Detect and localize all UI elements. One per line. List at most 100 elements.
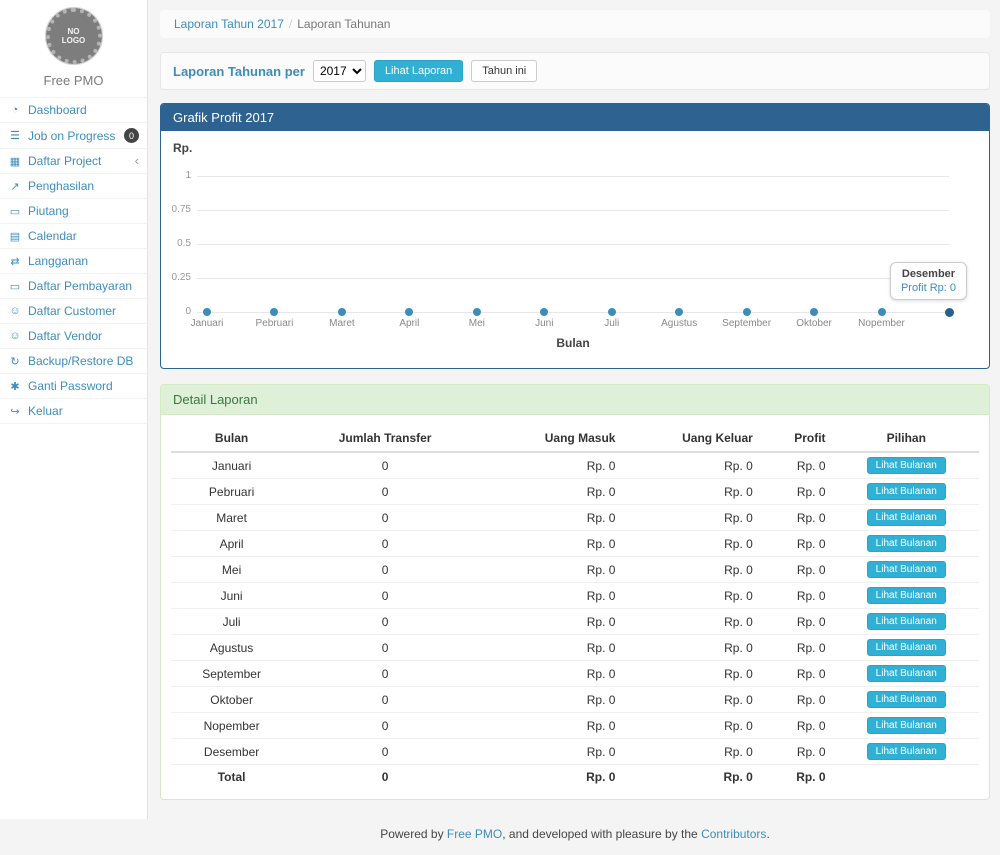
footer-contributors-link[interactable]: Contributors — [701, 827, 766, 841]
lihat-bulanan-button[interactable]: Lihat Bulanan — [867, 717, 946, 734]
lihat-bulanan-button[interactable]: Lihat Bulanan — [867, 587, 946, 604]
lihat-bulanan-button[interactable]: Lihat Bulanan — [867, 639, 946, 656]
tooltip-month: Desember — [901, 268, 956, 280]
cell-bulan: April — [171, 531, 292, 557]
filter-label: Laporan Tahunan per — [173, 64, 305, 79]
report-filter-panel: Laporan Tahunan per 2017 Lihat Laporan T… — [160, 52, 990, 90]
logout-icon: ↪ — [8, 405, 22, 418]
project-table-icon: ▦ — [8, 155, 22, 168]
sidebar-item-keluar[interactable]: ↪ Keluar — [0, 399, 147, 424]
col-header-uang-masuk: Uang Masuk — [478, 425, 623, 452]
cell-uang-keluar: Rp. 0 — [623, 765, 760, 789]
sidebar-item-label: Langganan — [28, 254, 88, 268]
cell-profit: Rp. 0 — [761, 713, 834, 739]
sidebar-item-ganti-password[interactable]: ✱Ganti Password — [0, 374, 147, 399]
cell-uang-masuk: Rp. 0 — [478, 739, 623, 765]
this-year-button[interactable]: Tahun ini — [471, 60, 537, 82]
sidebar-item-piutang[interactable]: ▭Piutang — [0, 199, 147, 224]
cell-pilihan: Lihat Bulanan — [834, 452, 979, 479]
sidebar-item-calendar[interactable]: ▤Calendar — [0, 224, 147, 249]
chart-point-oktober[interactable] — [810, 308, 818, 316]
x-tick-label: Agustus — [647, 318, 711, 329]
breadcrumb-current: Laporan Tahunan — [297, 17, 390, 31]
sidebar-item-langganan[interactable]: ⇄ Langganan — [0, 249, 147, 274]
chart-point-januari[interactable] — [203, 308, 211, 316]
footer-middle-text: , and developed with pleasure by the — [502, 827, 701, 841]
sidebar-item-daftar-pembayaran[interactable]: ▭Daftar Pembayaran — [0, 274, 147, 299]
backup-refresh-icon: ↻ — [8, 355, 22, 368]
cell-uang-masuk: Rp. 0 — [478, 505, 623, 531]
sidebar-item-label: Daftar Vendor — [28, 329, 102, 343]
chart-point-juni[interactable] — [540, 308, 548, 316]
view-report-button[interactable]: Lihat Laporan — [374, 60, 463, 82]
y-axis-label: Rp. — [173, 141, 192, 155]
main-content: Laporan Tahun 2017/Laporan Tahunan Lapor… — [148, 0, 1000, 819]
chart-point-september[interactable] — [743, 308, 751, 316]
x-tick-label: April — [377, 318, 441, 329]
sidebar-item-dashboard[interactable]: ◔Dashboard — [0, 98, 147, 123]
chart-gridline — [197, 312, 949, 313]
sidebar-item-label: Dashboard — [28, 103, 87, 117]
chart-point-nopember[interactable] — [878, 308, 886, 316]
lihat-bulanan-button[interactable]: Lihat Bulanan — [867, 743, 946, 760]
footer-brand-link[interactable]: Free PMO — [447, 827, 502, 841]
cell-pilihan: Lihat Bulanan — [834, 557, 979, 583]
cell-profit: Rp. 0 — [761, 583, 834, 609]
cell-uang-masuk: Rp. 0 — [478, 531, 623, 557]
sidebar-item-daftar-project[interactable]: ▦Daftar Project‹ — [0, 149, 147, 174]
subscription-exchange-icon: ⇄ — [8, 255, 22, 268]
y-tick-label: 0.5 — [161, 238, 191, 249]
table-row: Juni0Rp. 0Rp. 0Rp. 0Lihat Bulanan — [171, 583, 979, 609]
chart-point-mei[interactable] — [473, 308, 481, 316]
chart-point-juli[interactable] — [608, 308, 616, 316]
x-axis-label: Bulan — [197, 336, 949, 350]
sidebar-item-job-on-progress[interactable]: ☰Job on Progress0 — [0, 123, 147, 149]
chart-point-maret[interactable] — [338, 308, 346, 316]
report-table-body: Januari0Rp. 0Rp. 0Rp. 0Lihat BulananPebr… — [171, 452, 979, 765]
lihat-bulanan-button[interactable]: Lihat Bulanan — [867, 457, 946, 474]
cell-jumlah-transfer: 0 — [292, 713, 478, 739]
sidebar-item-label: Ganti Password — [28, 379, 113, 393]
chart-point-desember[interactable] — [945, 308, 954, 317]
table-row: Pebruari0Rp. 0Rp. 0Rp. 0Lihat Bulanan — [171, 479, 979, 505]
table-row: Oktober0Rp. 0Rp. 0Rp. 0Lihat Bulanan — [171, 687, 979, 713]
cell-bulan: Januari — [171, 452, 292, 479]
x-tick-label: Maret — [310, 318, 374, 329]
year-select[interactable]: 2017 — [313, 60, 366, 82]
chevron-left-icon: ‹ — [135, 156, 139, 166]
lihat-bulanan-button[interactable]: Lihat Bulanan — [867, 483, 946, 500]
sidebar-item-backup-restore-db[interactable]: ↻Backup/Restore DB — [0, 349, 147, 374]
cell-jumlah-transfer: 0 — [292, 452, 478, 479]
chart-point-agustus[interactable] — [675, 308, 683, 316]
cell-uang-keluar: Rp. 0 — [623, 583, 760, 609]
chart-point-april[interactable] — [405, 308, 413, 316]
table-row: Agustus0Rp. 0Rp. 0Rp. 0Lihat Bulanan — [171, 635, 979, 661]
lihat-bulanan-button[interactable]: Lihat Bulanan — [867, 665, 946, 682]
sidebar-item-daftar-customer[interactable]: ☺Daftar Customer — [0, 299, 147, 324]
table-row: Nopember0Rp. 0Rp. 0Rp. 0Lihat Bulanan — [171, 713, 979, 739]
chart-gridline — [197, 278, 949, 279]
table-row: Januari0Rp. 0Rp. 0Rp. 0Lihat Bulanan — [171, 452, 979, 479]
lihat-bulanan-button[interactable]: Lihat Bulanan — [867, 535, 946, 552]
sidebar-item-label: Keluar — [28, 404, 63, 418]
sidebar-item-penghasilan[interactable]: ↗Penghasilan — [0, 174, 147, 199]
payment-card-icon: ▭ — [8, 280, 22, 293]
breadcrumb-year-link[interactable]: Laporan Tahun 2017 — [174, 17, 284, 31]
lihat-bulanan-button[interactable]: Lihat Bulanan — [867, 691, 946, 708]
chart-point-pebruari[interactable] — [270, 308, 278, 316]
cell-bulan: Desember — [171, 739, 292, 765]
lihat-bulanan-button[interactable]: Lihat Bulanan — [867, 509, 946, 526]
no-logo-stamp: NO LOGO — [46, 8, 102, 64]
cell-uang-masuk: Rp. 0 — [478, 661, 623, 687]
lihat-bulanan-button[interactable]: Lihat Bulanan — [867, 613, 946, 630]
cell-jumlah-transfer: 0 — [292, 557, 478, 583]
cell-jumlah-transfer: 0 — [292, 687, 478, 713]
col-header-profit: Profit — [761, 425, 834, 452]
logo-text: NO LOGO — [59, 27, 89, 45]
x-tick-label: Mei — [445, 318, 509, 329]
sidebar-item-daftar-vendor[interactable]: ☺Daftar Vendor — [0, 324, 147, 349]
cell-jumlah-transfer: 0 — [292, 505, 478, 531]
chart-gridline — [197, 176, 949, 177]
cell-jumlah-transfer: 0 — [292, 765, 478, 789]
lihat-bulanan-button[interactable]: Lihat Bulanan — [867, 561, 946, 578]
